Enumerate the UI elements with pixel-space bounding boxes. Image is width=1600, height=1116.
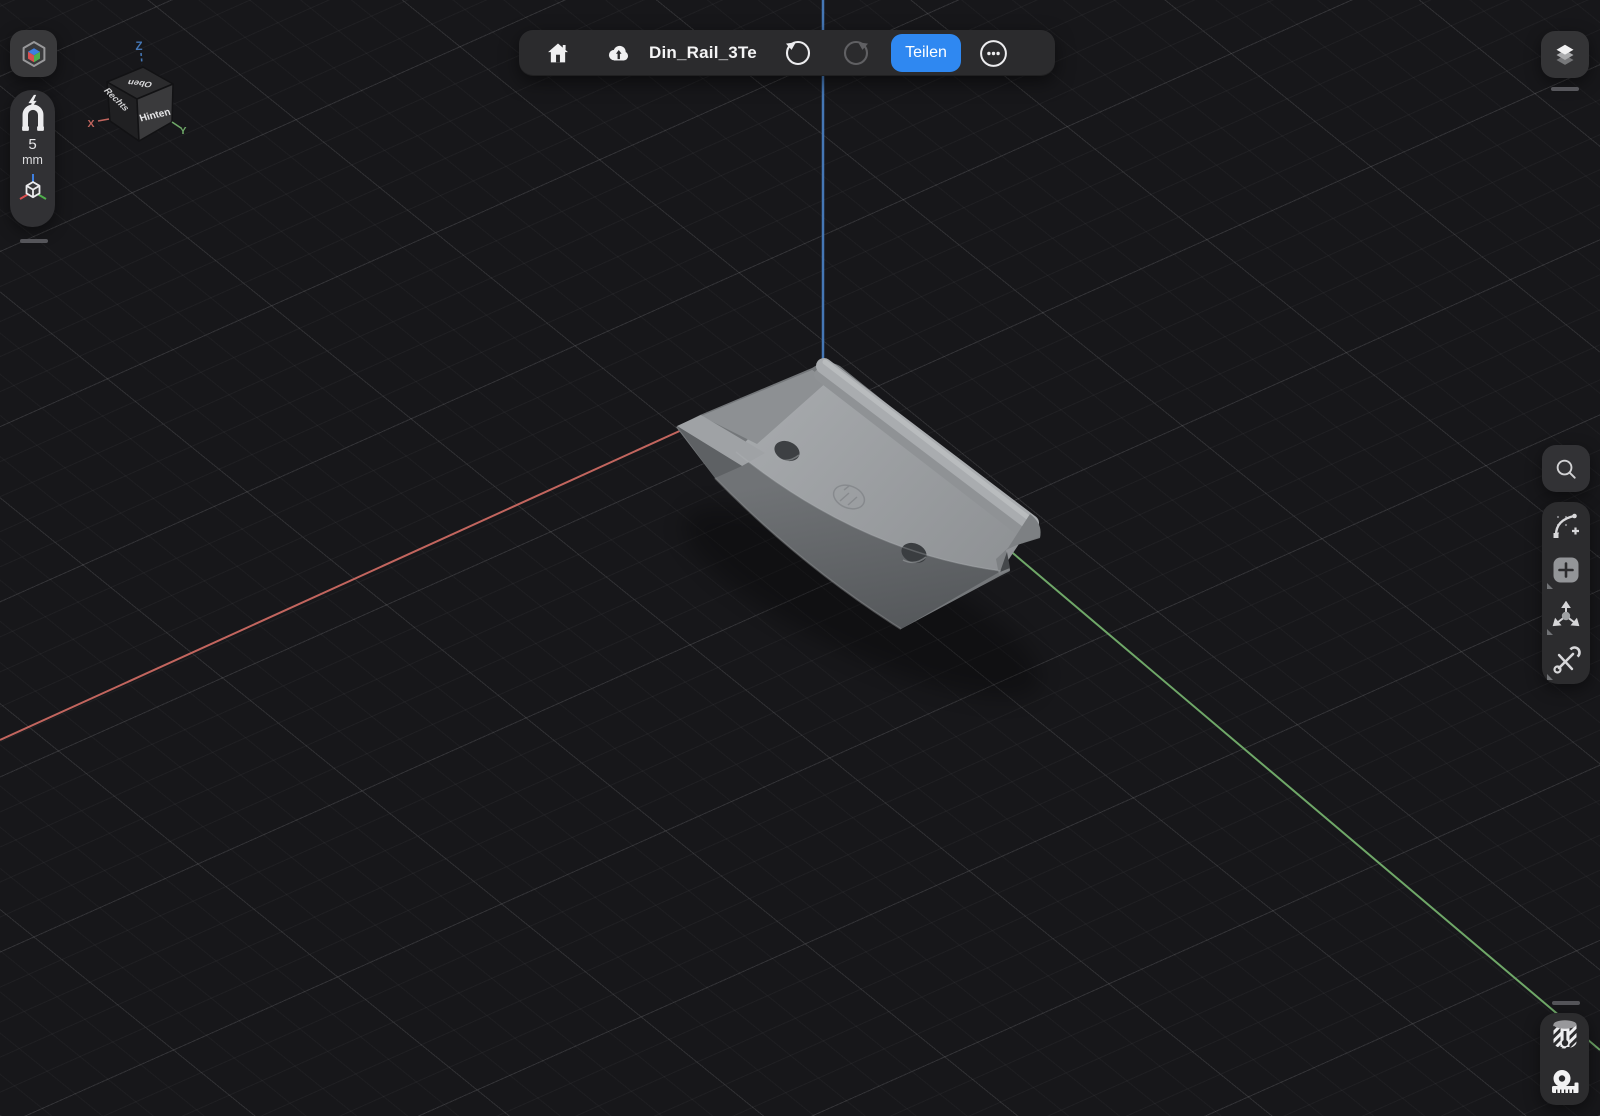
search-icon [1556,459,1576,479]
document-toolbar: Din_Rail_3Te Teilen [519,30,1055,76]
sketch-icon [1553,513,1579,538]
document-title[interactable]: Din_Rail_3Te [649,30,757,76]
orientation-toggle-button[interactable] [10,168,55,208]
share-button[interactable]: Teilen [891,34,961,72]
app-window: Oben Rechts Hinten Z X Y 5 mm Din_Rail_3… [0,0,1600,1116]
viewport-canvas[interactable]: Oben Rechts Hinten Z X Y [0,0,1600,1116]
tool-palette [1542,502,1590,684]
add-icon [1553,557,1579,583]
orientation-cube-icon [18,174,47,200]
axis-y-line [1007,548,1600,1051]
snap-settings-panel: 5 mm [10,90,55,227]
measure-button[interactable] [1540,1059,1589,1105]
submenu-corner-marker [1547,583,1553,589]
axis-z-tick [140,52,143,65]
move-icon [1552,600,1580,626]
din-rail-model[interactable] [663,358,1060,732]
search-button[interactable] [1542,445,1590,492]
isometric-view-button[interactable] [10,30,57,77]
axis-z-label: Z [135,41,142,53]
submenu-corner-marker [1547,674,1553,680]
undo-icon [785,40,811,66]
add-body-tool-button[interactable] [1542,548,1590,594]
redo-button[interactable] [841,30,871,76]
bottom-right-drag-handle[interactable] [1552,1001,1580,1005]
tools-button[interactable] [1542,639,1590,685]
axis-x-label: X [87,118,94,130]
left-panel-drag-handle[interactable] [20,239,48,243]
redo-icon [843,40,869,66]
layers-button[interactable] [1541,31,1589,78]
section-view-icon [1553,1020,1576,1049]
more-icon [979,39,1007,67]
axis-x-tick [97,118,110,122]
axis-x-line [0,423,696,741]
undo-button[interactable] [783,30,813,76]
home-button[interactable] [543,30,573,76]
snap-value: 5 [28,136,37,153]
submenu-corner-marker [1547,628,1553,635]
magnet-snap-icon [21,94,44,131]
layers-icon [1556,44,1574,65]
cloud-upload-icon [608,45,628,60]
more-options-button[interactable] [978,30,1008,76]
home-icon [548,43,568,63]
snap-unit: mm [22,153,43,167]
measure-icon [1551,1070,1578,1093]
isometric-cube-icon [22,40,45,67]
view-cube[interactable]: Oben Rechts Hinten Z X Y [87,41,187,142]
section-view-button[interactable] [1540,1013,1589,1059]
cloud-sync-button[interactable] [602,30,632,76]
right-top-drag-handle[interactable] [1551,87,1579,91]
tools-icon [1553,646,1581,674]
snap-toggle-button[interactable] [10,92,55,136]
sketch-tool-button[interactable] [1542,502,1590,548]
move-tool-button[interactable] [1542,593,1590,639]
view-utilities-panel [1540,1013,1589,1105]
